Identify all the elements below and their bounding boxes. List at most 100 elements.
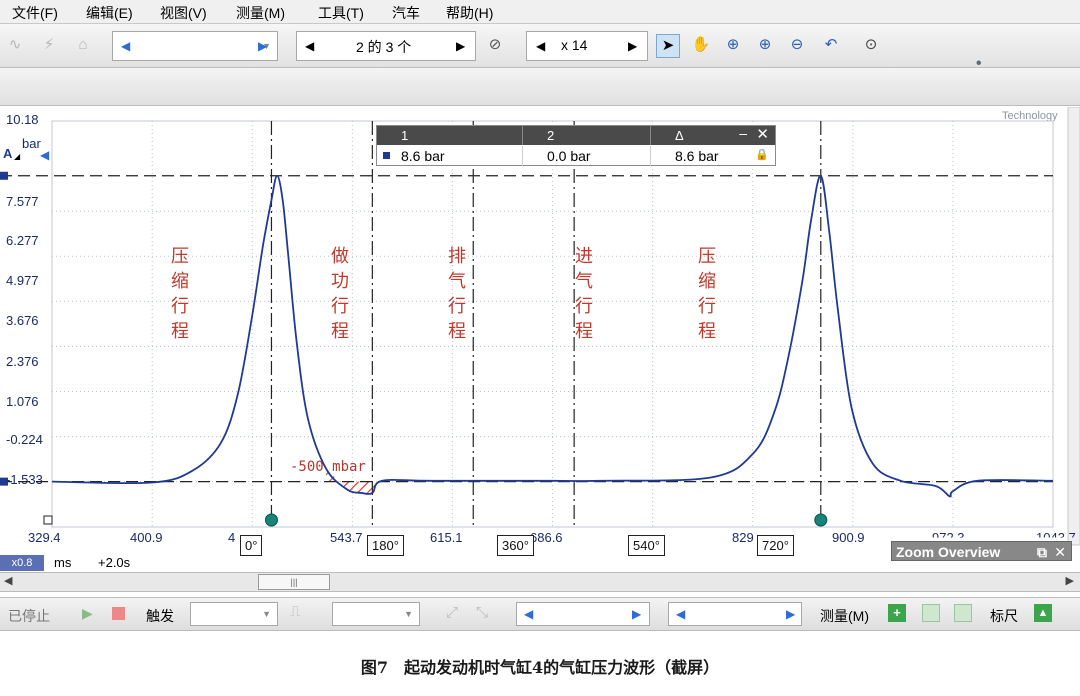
x-tick-label: 329.4 (28, 530, 61, 545)
cursor-handle-1 (264, 513, 278, 527)
ruler-header-1: 1 (377, 126, 522, 145)
timebase-prev-icon[interactable]: ◀ (121, 39, 130, 53)
degree-marker-0: 0° (240, 535, 263, 556)
degree-marker-720: 720° (757, 535, 794, 556)
undo-zoom-icon[interactable]: ↶ (820, 34, 842, 56)
timebase-select[interactable] (112, 31, 278, 61)
ruler-label: 标尺 (990, 608, 1018, 624)
x-tick-label: 686.6 (530, 530, 563, 545)
degree-marker-180: 180° (367, 535, 404, 556)
phase-label-compression-2: 压缩行程 (698, 246, 716, 341)
minimize-icon[interactable]: ‒ (739, 125, 747, 141)
menu-bar: 文件(F) 编辑(E) 视图(V) 测量(M) 工具(T) 汽车 帮助(H) (0, 0, 1080, 24)
trigger-level-field[interactable] (516, 602, 650, 626)
delete-measurement-icon[interactable] (954, 604, 972, 622)
y-tick-label: 10.18 (6, 112, 39, 127)
level-prev-icon[interactable]: ◀ (524, 607, 533, 621)
zoom-in-icon[interactable]: ⊕ (754, 34, 776, 56)
phase-label-power: 做功行程 (331, 246, 349, 341)
menu-help[interactable]: 帮助(H) (446, 3, 493, 23)
menu-file[interactable]: 文件(F) (12, 3, 58, 23)
pointer-tool-icon[interactable]: ➤ (656, 34, 680, 58)
trigger-rise-icon[interactable]: ⤢ (446, 604, 458, 621)
x-tick-label: 400.9 (130, 530, 163, 545)
phase-label-intake: 进气行程 (575, 246, 593, 341)
close-icon[interactable]: ✕ (756, 125, 769, 143)
trigger-edge-icon[interactable]: ⎍ (290, 603, 301, 620)
cursor-handle-2 (814, 513, 828, 527)
main-toolbar: ∿ ⚡ ⌂ ◀ ▶ ◀ 2 的 3 个 ▶ ⊘ ◀ x 14 ▶ ➤ ✋ ⊕ ⊕… (0, 24, 1080, 122)
menu-edit[interactable]: 编辑(E) (86, 3, 133, 23)
trigger-source-select[interactable] (332, 602, 420, 626)
stop-icon[interactable] (112, 607, 125, 620)
zoom-overview-panel[interactable]: Zoom Overview ⧉ ✕ (891, 541, 1072, 561)
zoom-out-icon[interactable]: ⊖ (786, 34, 808, 56)
status-bar: 已停止 ▶ 触发 ⎍ ⤢ ⤡ ◀ ▶ ◀ ▶ 测量(M) + 标尺 ▲ (0, 597, 1080, 631)
add-measurement-icon[interactable]: + (888, 604, 906, 622)
zoom-fit-icon[interactable]: ⊙ (860, 34, 882, 56)
level-next-icon[interactable]: ▶ (632, 607, 641, 621)
lock-icon[interactable]: 🔒 (755, 148, 769, 161)
zoom-area-icon[interactable]: ⊕ (722, 34, 744, 56)
origin-marker (43, 515, 53, 525)
ruler-panel[interactable]: 1 2 Δ ‒ ✕ 8.6 bar 0.0 bar 8.6 bar 🔒 (376, 125, 776, 166)
scroll-left-icon[interactable]: ◀ (4, 574, 12, 587)
ruler-value-1: 8.6 bar (401, 148, 445, 164)
y-unit-label: bar (22, 136, 41, 151)
horizontal-scrollbar[interactable]: ◀ ||| ▶ (0, 572, 1080, 592)
x-tick-label: 543.7 (330, 530, 363, 545)
compass-icon[interactable]: ⊘ (484, 34, 506, 56)
stopped-label: 已停止 (8, 608, 50, 624)
zoom-badge[interactable]: x0.8 (0, 555, 44, 571)
zoom-prev-icon[interactable]: ◀ (536, 39, 545, 53)
edit-measurement-icon[interactable] (922, 604, 940, 622)
x-unit-label: ms (54, 555, 72, 570)
x-tick-label: 615.1 (430, 530, 463, 545)
auto-setup-icon[interactable]: ⚡ (38, 34, 60, 56)
figure-caption: 图7 起动发动机时气缸4的气缸压力波形（截屏） (360, 658, 720, 677)
scroll-thumb[interactable]: ||| (258, 574, 330, 590)
buffer-label: 2 的 3 个 (356, 39, 412, 55)
y-tick-label: 2.376 (6, 354, 39, 369)
time-offset: +2.0s (98, 555, 131, 570)
pretrigger-next-icon[interactable]: ▶ (786, 607, 795, 621)
buffer-prev-icon[interactable]: ◀ (305, 39, 314, 53)
trigger-mode-select[interactable] (190, 602, 278, 626)
scope-view[interactable] (0, 107, 1080, 572)
hand-tool-icon[interactable]: ✋ (690, 34, 712, 56)
run-icon[interactable]: ▶ (82, 605, 93, 622)
scope-mode-icon[interactable]: ∿ (4, 34, 26, 56)
y-tick-label: 1.076 (6, 394, 39, 409)
y-tick-label: -0.224 (6, 432, 43, 447)
close-icon[interactable]: ✕ (1054, 542, 1066, 562)
ruler-header-2: 2 (522, 126, 650, 145)
zoom-label: x 14 (561, 37, 588, 53)
trigger-label: 触发 (146, 608, 174, 624)
zoom-next-icon[interactable]: ▶ (628, 39, 637, 53)
timebase-next-icon[interactable]: ▶ (258, 39, 267, 53)
trigger-fall-icon[interactable]: ⤡ (476, 604, 488, 621)
pretrigger-prev-icon[interactable]: ◀ (676, 607, 685, 621)
menu-view[interactable]: 视图(V) (160, 3, 207, 23)
ruler-handle-1 (0, 171, 8, 180)
y-tick-label: 7.577 (6, 194, 39, 209)
y-tick-label: 6.277 (6, 233, 39, 248)
vertical-scrollbar (1067, 107, 1080, 546)
degree-marker-540: 540° (628, 535, 665, 556)
menu-automotive[interactable]: 汽车 (392, 3, 420, 23)
pretrigger-field[interactable] (668, 602, 802, 626)
buffer-next-icon[interactable]: ▶ (456, 39, 465, 53)
channel-toolbar: A ◢ ◀ ▶ B ◢ ◀ ▶ C ◢ D ◢ (0, 68, 1080, 170)
x-tick-label: 900.9 (832, 530, 865, 545)
ruler-settings-icon[interactable]: ▲ (1034, 604, 1052, 622)
ruler-value-2: 0.0 bar (522, 146, 650, 166)
scroll-right-icon[interactable]: ▶ (1066, 574, 1074, 587)
menu-measure[interactable]: 测量(M) (236, 3, 285, 23)
phase-label-exhaust: 排气行程 (448, 246, 466, 341)
phase-label-compression: 压缩行程 (171, 246, 189, 341)
menu-tools[interactable]: 工具(T) (318, 3, 364, 23)
home-icon[interactable]: ⌂ (72, 34, 94, 56)
restore-icon[interactable]: ⧉ (1037, 542, 1047, 562)
y-tick-label: -1.533 (6, 472, 43, 487)
scope-plot[interactable] (0, 107, 1080, 572)
